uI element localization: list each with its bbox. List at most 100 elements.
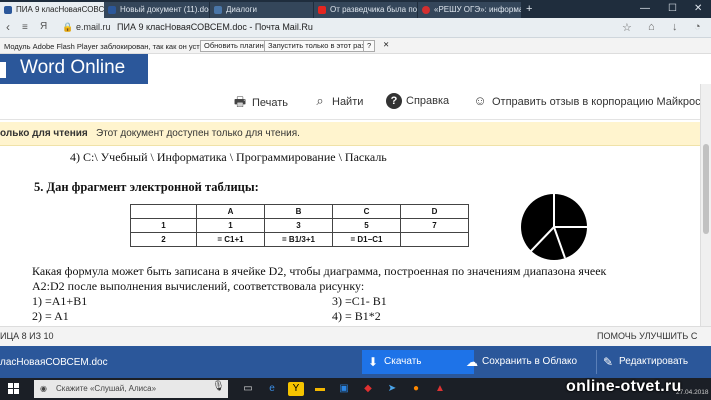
table-cell: 1: [130, 218, 197, 233]
tab-pia-doc[interactable]: ПИА 9 класНоваяСОВСЕМ.d: [0, 2, 112, 18]
download-button[interactable]: ⬇ Скачать: [362, 350, 474, 374]
scrollbar-thumb[interactable]: [703, 144, 709, 234]
yandex-browser-icon[interactable]: Y: [288, 382, 304, 396]
feedback-button[interactable]: ☺ Отправить отзыв в корпорацию Майкрос: [472, 93, 700, 108]
bookmark-icon[interactable]: ☆: [622, 21, 632, 34]
pie-chart-figure: [521, 194, 587, 260]
word-online-header: Word Online: [0, 54, 148, 84]
help-label: Справка: [406, 95, 450, 107]
question-text: Какая формула может быть записана в ячей…: [32, 264, 607, 278]
tab-new-document[interactable]: Новый документ (11).docx: [104, 2, 210, 18]
downloads-icon[interactable]: ↓: [672, 21, 678, 33]
word-toolbar: 🖶 Печать ⌕ Найти ? Справка ☺ Отправить отзыв…: [0, 84, 711, 120]
pencil-icon: ✎: [603, 355, 614, 369]
tab-reshu-oge[interactable]: «РЕШУ ОГЭ»: информатика: [418, 2, 522, 18]
alice-search-box[interactable]: ◉ Скажите «Слушай, Алиса»: [34, 380, 228, 398]
answer-option: 3) =C1- B1: [332, 294, 387, 308]
lock-icon: 🔒: [62, 22, 74, 32]
print-label: Печать: [252, 97, 289, 109]
file-name: ласНоваяСОВСЕМ.doc: [0, 357, 108, 368]
word-doc-icon: [108, 6, 116, 14]
plugin-message: Модуль Adobe Flash Player заблокирован, …: [4, 42, 219, 51]
page-indicator: ИЦА 8 ИЗ 10: [0, 331, 54, 341]
print-button[interactable]: 🖶 Печать: [232, 93, 288, 115]
app-icon[interactable]: ▲: [432, 382, 448, 396]
plugin-close-button[interactable]: ✕: [380, 40, 392, 52]
maximize-button[interactable]: ☐: [668, 2, 677, 16]
tab-title: От разведчика была получ: [330, 5, 417, 14]
windows-start-icon[interactable]: [8, 383, 19, 394]
attachment-action-bar: ласНоваяСОВСЕМ.doc ⬇ Скачать ☁ Сохранить в…: [0, 346, 711, 378]
run-once-button[interactable]: Запустить только в этот раз: [264, 40, 369, 52]
table-row: 1 1 3 5 7: [130, 218, 469, 233]
word-doc-icon: [4, 6, 12, 14]
file-explorer-icon[interactable]: ▬: [312, 382, 328, 396]
table-cell: 3: [264, 218, 333, 233]
url-page-title[interactable]: ПИА 9 класНоваяСОВСЕМ.doc - Почта Mail.R…: [117, 22, 313, 32]
read-only-label: олько для чтения: [0, 128, 88, 139]
question-5-title: 5. Дан фрагмент электронной таблицы:: [34, 180, 259, 194]
store-icon[interactable]: ▣: [336, 382, 352, 396]
table-cell: = B1/3+1: [264, 232, 333, 247]
table-cell: [130, 204, 197, 219]
url-domain[interactable]: e.mail.ru: [76, 22, 111, 32]
table-cell: = D1−C1: [332, 232, 401, 247]
document-page: 4) C:\ Учебный \ Информатика \ Программи…: [0, 146, 700, 326]
task-view-icon[interactable]: ▭: [240, 382, 256, 396]
microphone-icon[interactable]: 🎙: [212, 381, 225, 392]
table-cell: 7: [400, 218, 469, 233]
table-row: 2 = C1+1 = B1/3+1 = D1−C1: [130, 232, 469, 247]
update-plugin-button[interactable]: Обновить плагин: [200, 40, 268, 52]
tab-title: ПИА 9 класНоваяСОВСЕМ.d: [16, 5, 111, 14]
protect-icon[interactable]: ◔: [694, 21, 701, 33]
find-button[interactable]: ⌕ Найти: [312, 93, 363, 109]
printer-icon: 🖶: [233, 94, 247, 109]
ok-icon[interactable]: ●: [408, 382, 424, 396]
edge-icon[interactable]: e: [264, 382, 280, 396]
alice-icon: ◉: [40, 384, 47, 393]
new-tab-button[interactable]: +: [526, 2, 532, 16]
plugin-help-button[interactable]: ?: [363, 40, 376, 52]
table-cell: C: [332, 204, 401, 219]
vk-icon: [214, 6, 222, 14]
share-icon[interactable]: ⌂: [648, 21, 655, 33]
help-button[interactable]: ? Справка: [386, 93, 449, 109]
spreadsheet-fragment: A B C D 1 1 3 5 7 2 = C1+1 = B1/3+1 = D1…: [130, 204, 469, 247]
edit-button[interactable]: ✎ Редактировать: [596, 350, 711, 374]
table-cell: A: [196, 204, 265, 219]
answer-option-line: 4) C:\ Учебный \ Информатика \ Программи…: [70, 150, 387, 164]
word-logo-icon: [0, 62, 6, 78]
minimize-button[interactable]: —: [640, 2, 650, 16]
app-icon[interactable]: ◆: [360, 382, 376, 396]
reshu-oge-icon: [422, 6, 430, 14]
search-placeholder: Скажите «Слушай, Алиса»: [56, 384, 157, 393]
question-text: A2:D2 после выполнения вычислений, соотв…: [32, 279, 365, 293]
tab-dialogs[interactable]: Диалоги: [210, 2, 314, 18]
address-bar: ‹ ≡ Я 🔒 e.mail.ru ПИА 9 класНоваяСОВСЕМ.…: [0, 18, 711, 38]
back-arrow-icon[interactable]: ‹: [6, 20, 10, 34]
read-only-banner: олько для чтения Этот документ доступен …: [0, 122, 711, 146]
table-cell: B: [264, 204, 333, 219]
smiley-icon: ☺: [473, 93, 487, 108]
cloud-icon: ☁: [466, 355, 478, 369]
help-improve-link[interactable]: ПОМОЧЬ УЛУЧШИТЬ С: [597, 331, 697, 341]
tab-title: Новый документ (11).docx: [120, 5, 210, 14]
download-label: Скачать: [384, 356, 422, 367]
vertical-scrollbar[interactable]: [700, 84, 711, 326]
status-bar: ИЦА 8 ИЗ 10 ПОМОЧЬ УЛУЧШИТЬ С: [0, 326, 711, 346]
search-icon: ⌕: [316, 93, 324, 108]
home-icon[interactable]: ≡: [22, 22, 28, 33]
table-header-row: A B C D: [130, 204, 469, 219]
table-cell: D: [400, 204, 469, 219]
tab-title: «РЕШУ ОГЭ»: информатика: [434, 5, 521, 14]
close-window-button[interactable]: ✕: [694, 2, 702, 16]
app-title[interactable]: Word Online: [20, 57, 125, 79]
tab-yandex[interactable]: От разведчика была получ: [314, 2, 418, 18]
table-cell: 1: [196, 218, 265, 233]
answer-option: 2) = A1: [32, 309, 69, 323]
save-to-cloud-button[interactable]: ☁ Сохранить в Облако: [460, 350, 595, 374]
telegram-icon[interactable]: ➤: [384, 382, 400, 396]
tab-title: Диалоги: [226, 5, 257, 14]
header-spacer: [148, 54, 711, 84]
yandex-logo-icon[interactable]: Я: [40, 21, 47, 32]
